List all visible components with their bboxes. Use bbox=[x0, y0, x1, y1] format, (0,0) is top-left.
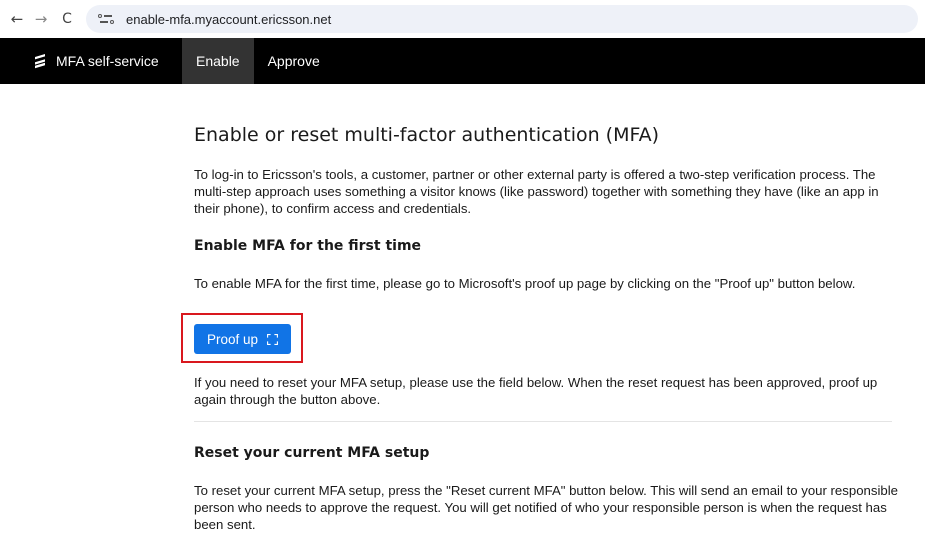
tab-enable[interactable]: Enable bbox=[182, 38, 254, 84]
reset-note: If you need to reset your MFA setup, ple… bbox=[194, 375, 878, 407]
site-info-icon[interactable] bbox=[98, 11, 116, 27]
app-nav-bar: MFA self-service Enable Approve bbox=[0, 38, 925, 84]
enable-mfa-description: To enable MFA for the first time, please… bbox=[194, 276, 856, 291]
tab-approve[interactable]: Approve bbox=[254, 38, 334, 84]
reload-icon[interactable]: C bbox=[56, 8, 78, 30]
proof-up-button[interactable]: Proof up bbox=[194, 324, 292, 354]
address-bar[interactable]: enable-mfa.myaccount.ericsson.net bbox=[86, 5, 918, 33]
forward-arrow-icon[interactable]: → bbox=[30, 8, 52, 30]
enable-mfa-heading: Enable MFA for the first time bbox=[194, 238, 422, 254]
proof-up-label: Proof up bbox=[207, 331, 259, 347]
back-arrow-icon[interactable]: ← bbox=[6, 8, 28, 30]
reset-mfa-heading: Reset your current MFA setup bbox=[194, 445, 430, 461]
brand[interactable]: MFA self-service bbox=[0, 38, 182, 84]
reset-mfa-description: To reset your current MFA setup, press t… bbox=[194, 483, 898, 532]
intro-text: To log-in to Ericsson's tools, a custome… bbox=[194, 167, 879, 216]
section-divider bbox=[194, 421, 892, 422]
url-text[interactable]: enable-mfa.myaccount.ericsson.net bbox=[126, 12, 331, 27]
brand-title: MFA self-service bbox=[56, 53, 159, 69]
external-link-icon bbox=[267, 333, 278, 345]
browser-toolbar: ← → C enable-mfa.myaccount.ericsson.net bbox=[0, 0, 925, 38]
page-title: Enable or reset multi-factor authenticat… bbox=[194, 124, 660, 146]
ericsson-logo-icon bbox=[35, 54, 45, 69]
